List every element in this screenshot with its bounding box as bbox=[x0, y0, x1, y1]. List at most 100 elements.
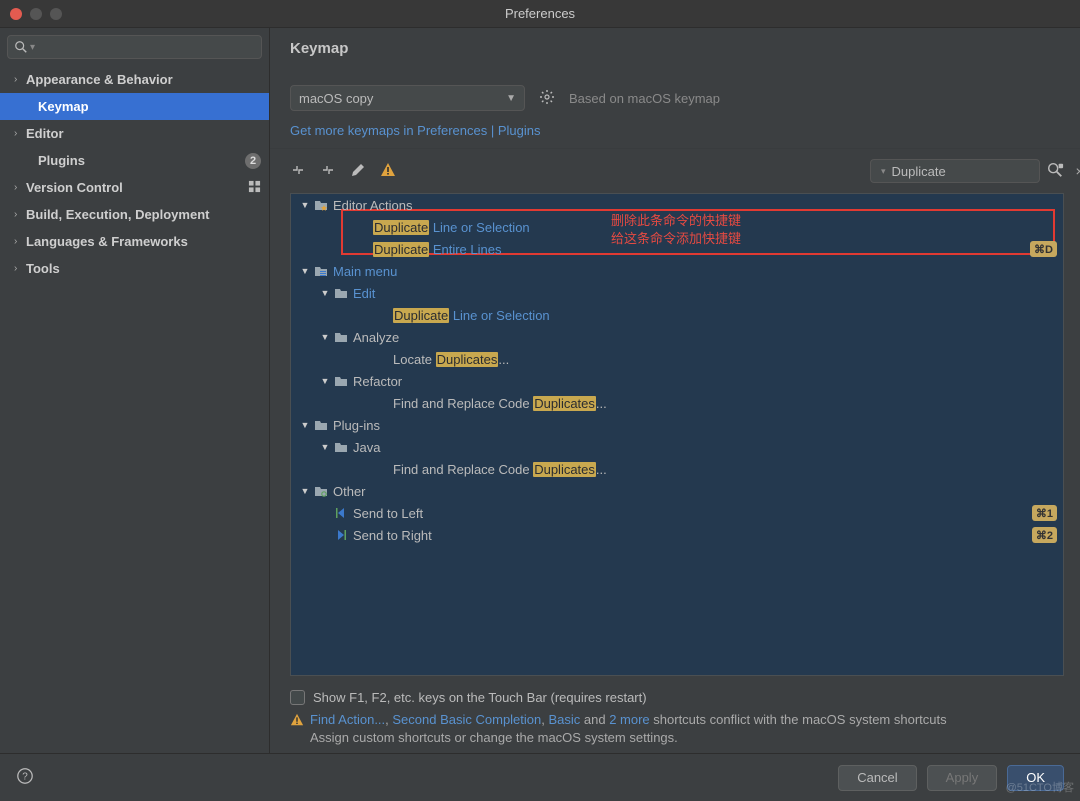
scheme-actions-button[interactable] bbox=[539, 89, 555, 108]
tree-row[interactable]: ▼ Analyze bbox=[291, 326, 1063, 348]
sidebar-item-label: Tools bbox=[26, 261, 261, 276]
tree-row[interactable]: Duplicate Line or Selection bbox=[291, 216, 1063, 238]
expander-icon[interactable]: ▼ bbox=[299, 200, 311, 210]
folder-icon bbox=[333, 285, 349, 301]
help-button[interactable] bbox=[16, 767, 34, 788]
spacer bbox=[373, 307, 389, 323]
sidebar-item-label: Version Control bbox=[26, 180, 248, 195]
expander-icon[interactable]: ▼ bbox=[319, 376, 331, 386]
tree-row-label: Duplicate Line or Selection bbox=[373, 220, 530, 235]
sidebar-item-label: Appearance & Behavior bbox=[26, 72, 261, 87]
expander-icon[interactable]: ▼ bbox=[319, 442, 331, 452]
folder-icon bbox=[313, 417, 329, 433]
warning-link[interactable]: Find Action... bbox=[310, 712, 385, 727]
tree-row[interactable]: Duplicate Line or Selection bbox=[291, 304, 1063, 326]
sidebar-item-build-execution-deployment[interactable]: ›Build, Execution, Deployment bbox=[0, 201, 269, 228]
keymap-scheme-select[interactable]: macOS copy ▼ bbox=[290, 85, 525, 111]
cancel-button[interactable]: Cancel bbox=[838, 765, 916, 791]
tree-row-label: Editor Actions bbox=[333, 198, 413, 213]
edit-shortcut-button[interactable] bbox=[350, 162, 366, 181]
tree-row-label: Main menu bbox=[333, 264, 397, 279]
tree-row-label: Find and Replace Code Duplicates... bbox=[393, 462, 607, 477]
tree-row-label: Duplicate Line or Selection bbox=[393, 308, 550, 323]
spacer bbox=[373, 351, 389, 367]
sidebar-item-label: Editor bbox=[26, 126, 261, 141]
expander-icon[interactable]: ▼ bbox=[299, 420, 311, 430]
expander-icon[interactable]: ▼ bbox=[319, 288, 331, 298]
send-right-icon bbox=[333, 527, 349, 543]
sidebar-item-label: Keymap bbox=[38, 99, 261, 114]
action-search[interactable]: ▾ × bbox=[870, 159, 1040, 183]
keymap-tree[interactable]: 删除此条命令的快捷键 给这条命令添加快捷键 ▼Editor ActionsDup… bbox=[290, 193, 1064, 676]
expander-icon[interactable]: ▼ bbox=[299, 266, 311, 276]
dialog-buttons: Cancel Apply OK bbox=[0, 753, 1080, 801]
expand-all-button[interactable] bbox=[290, 162, 306, 181]
chevron-right-icon: › bbox=[14, 236, 24, 247]
window-controls bbox=[10, 8, 62, 20]
touchbar-checkbox[interactable]: Show F1, F2, etc. keys on the Touch Bar … bbox=[290, 690, 1064, 705]
tree-row[interactable]: ▼Refactor bbox=[291, 370, 1063, 392]
scheme-value: macOS copy bbox=[299, 91, 373, 106]
tree-row[interactable]: Find and Replace Code Duplicates... bbox=[291, 392, 1063, 414]
warning-link[interactable]: Basic bbox=[548, 712, 580, 727]
tree-row[interactable]: ▼Other bbox=[291, 480, 1063, 502]
tree-row[interactable]: Find and Replace Code Duplicates... bbox=[291, 458, 1063, 480]
warning-link[interactable]: 2 more bbox=[609, 712, 649, 727]
close-window-icon[interactable] bbox=[10, 8, 22, 20]
sidebar-item-label: Build, Execution, Deployment bbox=[26, 207, 261, 222]
spacer bbox=[373, 461, 389, 477]
sidebar: ▾ ›Appearance & BehaviorKeymap›EditorPlu… bbox=[0, 28, 270, 753]
sidebar-item-label: Plugins bbox=[38, 153, 245, 168]
checkbox-box[interactable] bbox=[290, 690, 305, 705]
conflicts-icon[interactable] bbox=[380, 162, 396, 181]
clear-search-icon[interactable]: × bbox=[1074, 163, 1080, 179]
sidebar-item-plugins[interactable]: Plugins2 bbox=[0, 147, 269, 174]
shortcut-badge: ⌘1 bbox=[1032, 505, 1057, 521]
sidebar-item-version-control[interactable]: ›Version Control bbox=[0, 174, 269, 201]
titlebar: Preferences bbox=[0, 0, 1080, 28]
sidebar-item-languages-frameworks[interactable]: ›Languages & Frameworks bbox=[0, 228, 269, 255]
action-search-input[interactable] bbox=[890, 163, 1070, 180]
zoom-window-icon[interactable] bbox=[50, 8, 62, 20]
collapse-all-button[interactable] bbox=[320, 162, 336, 181]
minimize-window-icon[interactable] bbox=[30, 8, 42, 20]
tree-row-label: Send to Right bbox=[353, 528, 432, 543]
sidebar-item-tools[interactable]: ›Tools bbox=[0, 255, 269, 282]
tree-row[interactable]: Duplicate Entire Lines⌘D bbox=[291, 238, 1063, 260]
tree-row[interactable]: ▼ Java bbox=[291, 436, 1063, 458]
tree-row-label: Java bbox=[353, 440, 380, 455]
checkbox-label: Show F1, F2, etc. keys on the Touch Bar … bbox=[313, 690, 647, 705]
chevron-right-icon: › bbox=[14, 263, 24, 274]
tree-row[interactable]: ▼Plug-ins bbox=[291, 414, 1063, 436]
sidebar-item-label: Languages & Frameworks bbox=[26, 234, 261, 249]
conflict-warning: Find Action..., Second Basic Completion,… bbox=[290, 711, 1064, 747]
sidebar-item-keymap[interactable]: Keymap bbox=[0, 93, 269, 120]
send-left-icon bbox=[333, 505, 349, 521]
get-more-keymaps-link[interactable]: Get more keymaps in Preferences | Plugin… bbox=[290, 123, 541, 138]
spacer bbox=[373, 395, 389, 411]
tree-row[interactable]: Send to Right⌘2 bbox=[291, 524, 1063, 546]
folder-gear-icon bbox=[313, 483, 329, 499]
warning-link[interactable]: Second Basic Completion bbox=[392, 712, 541, 727]
apply-button[interactable]: Apply bbox=[927, 765, 998, 791]
tree-row-label: Locate Duplicates... bbox=[393, 352, 509, 367]
chevron-right-icon: › bbox=[14, 182, 24, 193]
tree-row-label: Send to Left bbox=[353, 506, 423, 521]
tree-row[interactable]: Locate Duplicates... bbox=[291, 348, 1063, 370]
settings-tree: ›Appearance & BehaviorKeymap›EditorPlugi… bbox=[0, 66, 269, 753]
tree-row[interactable]: ▼ Editor Actions bbox=[291, 194, 1063, 216]
chevron-right-icon: › bbox=[14, 128, 24, 139]
chevron-right-icon: › bbox=[14, 74, 24, 85]
tree-row[interactable]: Send to Left ⌘1 bbox=[291, 502, 1063, 524]
shortcut-badge: ⌘D bbox=[1030, 241, 1057, 257]
search-icon bbox=[14, 40, 28, 54]
tree-row[interactable]: ▼ Main menu bbox=[291, 260, 1063, 282]
sidebar-item-editor[interactable]: ›Editor bbox=[0, 120, 269, 147]
tree-row[interactable]: ▼Edit bbox=[291, 282, 1063, 304]
tree-row-label: Analyze bbox=[353, 330, 399, 345]
find-by-shortcut-button[interactable] bbox=[1046, 161, 1064, 182]
expander-icon[interactable]: ▼ bbox=[299, 486, 311, 496]
expander-icon[interactable]: ▼ bbox=[319, 332, 331, 342]
sidebar-search[interactable]: ▾ bbox=[7, 35, 262, 59]
sidebar-item-appearance-behavior[interactable]: ›Appearance & Behavior bbox=[0, 66, 269, 93]
